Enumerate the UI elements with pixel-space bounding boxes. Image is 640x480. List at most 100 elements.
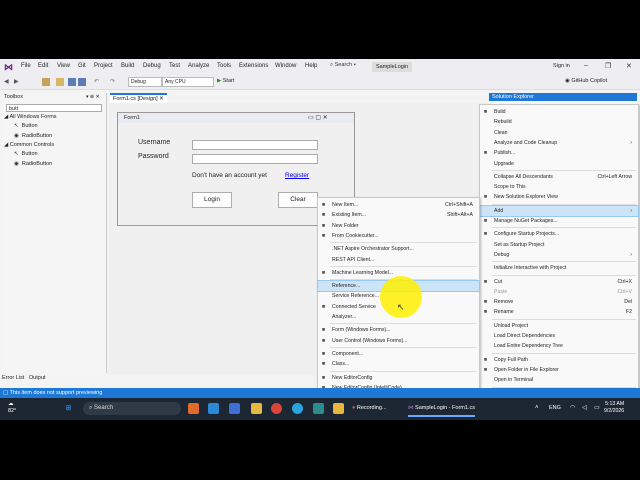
- config-select[interactable]: Debug: [128, 77, 162, 87]
- save-icon[interactable]: [68, 78, 76, 86]
- new-project-icon[interactable]: [42, 78, 50, 86]
- add-menu-item-new-editorconfig[interactable]: ■ New EditorConfig: [318, 373, 479, 383]
- menu-project[interactable]: Project: [94, 63, 113, 69]
- toolbox-group-all-windows-forms[interactable]: ◢ All Windows Forms: [4, 114, 57, 120]
- battery-icon[interactable]: ▭: [594, 404, 600, 411]
- maximize-icon[interactable]: ❐: [605, 62, 611, 70]
- toolbox-item-radiobutton[interactable]: ◉ RadioButton: [14, 133, 52, 139]
- add-menu-item-class[interactable]: ■ Class...: [318, 359, 479, 369]
- add-menu-item-net-aspire-orchestrator-support[interactable]: .NET Aspire Orchestrator Support...: [318, 244, 479, 254]
- menu-item-open-in-terminal[interactable]: Open in Terminal: [480, 375, 638, 385]
- menu-item-build[interactable]: ■ Build: [480, 107, 638, 117]
- menu-analyze[interactable]: Analyze: [188, 63, 209, 69]
- menu-edit[interactable]: Edit: [38, 63, 48, 69]
- vscode-icon[interactable]: [229, 403, 240, 414]
- add-menu-item-new-item[interactable]: ■ New Item... Ctrl+Shift+A: [318, 200, 479, 210]
- menu-item-manage-nuget-packages[interactable]: ■ Manage NuGet Packages...: [480, 216, 638, 226]
- close-icon[interactable]: ✕: [159, 96, 164, 102]
- copilot-taskbar-icon[interactable]: [333, 403, 344, 414]
- file-explorer-icon[interactable]: [251, 403, 262, 414]
- taskbar-app-visual-studio[interactable]: ⋈ SampleLogin - Form1.cs: [408, 402, 475, 417]
- edge-icon[interactable]: [208, 403, 219, 414]
- undo-icon[interactable]: ↶: [94, 78, 102, 86]
- menu-debug[interactable]: Debug: [143, 63, 161, 69]
- menu-extensions[interactable]: Extensions: [239, 63, 268, 69]
- redo-icon[interactable]: ↷: [110, 78, 118, 86]
- menu-item-initialize-interactive-with-project[interactable]: Initialize Interactive with Project: [480, 263, 638, 273]
- save-all-icon[interactable]: [78, 78, 86, 86]
- volume-icon[interactable]: ◁: [582, 404, 587, 411]
- login-button[interactable]: Login: [192, 192, 232, 208]
- menu-build[interactable]: Build: [121, 63, 134, 69]
- menu-view[interactable]: View: [57, 63, 70, 69]
- menu-item-copy-full-path[interactable]: ■ Copy Full Path: [480, 355, 638, 365]
- toolbox-group-common-controls[interactable]: ◢ Common Controls: [4, 142, 54, 148]
- tab-error-list[interactable]: Error List: [2, 375, 24, 381]
- menu-item-unload-project[interactable]: Unload Project: [480, 321, 638, 331]
- menu-item-upgrade[interactable]: Upgrade: [480, 159, 638, 169]
- chrome-icon[interactable]: [271, 403, 282, 414]
- platform-select[interactable]: Any CPU: [162, 77, 214, 87]
- menu-item-new-solution-explorer-view[interactable]: ■ New Solution Explorer View: [480, 192, 638, 202]
- wifi-icon[interactable]: ◠: [570, 404, 575, 411]
- menu-item-scope-to-this[interactable]: Scope to This: [480, 182, 638, 192]
- toolbox-search-input[interactable]: butt: [6, 104, 102, 112]
- menu-item-configure-startup-projects[interactable]: ■ Configure Startup Projects...: [480, 229, 638, 239]
- tray-chevron-icon[interactable]: ˄: [535, 405, 539, 411]
- weather-widget[interactable]: ☁ 82°: [8, 401, 16, 415]
- clear-button[interactable]: Clear: [278, 192, 318, 208]
- menu-window[interactable]: Window: [275, 63, 296, 69]
- taskbar-search[interactable]: ⌕ Search: [83, 402, 181, 415]
- add-menu-item-rest-api-client[interactable]: REST API Client...: [318, 255, 479, 265]
- open-folder-icon[interactable]: [56, 78, 64, 86]
- taskbar-app-recording[interactable]: ● Recording...: [352, 402, 387, 415]
- visual-studio-logo-icon[interactable]: ⋈: [4, 62, 14, 72]
- menu-item-add[interactable]: Add ›: [479, 204, 639, 217]
- menu-item-collapse-all-descendants[interactable]: Collapse All Descendants Ctrl+Left Arrow: [480, 172, 638, 182]
- start-button[interactable]: ▶ Start: [217, 78, 234, 84]
- menu-item-open-folder-in-file-explorer[interactable]: ■ Open Folder in File Explorer: [480, 365, 638, 375]
- language-indicator[interactable]: ENG: [549, 405, 561, 411]
- add-menu-item-form-windows-forms[interactable]: ■ Form (Windows Forms)...: [318, 325, 479, 335]
- menu-item-set-as-startup-project[interactable]: Set as Startup Project: [480, 240, 638, 250]
- menu-item-debug[interactable]: Debug ›: [480, 250, 638, 260]
- menu-item-load-entire-dependency-tree[interactable]: Load Entire Dependency Tree: [480, 341, 638, 351]
- add-menu-item-user-control-windows-forms[interactable]: ■ User Control (Windows Forms)...: [318, 336, 479, 346]
- menu-help[interactable]: Help: [305, 63, 317, 69]
- menu-item-clean[interactable]: Clean: [480, 128, 638, 138]
- github-copilot-button[interactable]: ◉ GitHub Copilot: [565, 78, 607, 84]
- add-menu-item-component[interactable]: ■ Component...: [318, 349, 479, 359]
- app-icon[interactable]: [313, 403, 324, 414]
- menu-item-load-direct-dependencies[interactable]: Load Direct Dependencies: [480, 331, 638, 341]
- clock[interactable]: 5:13 AM 9/2/2026: [604, 401, 624, 415]
- add-menu-item-from-cookiecutter[interactable]: ■ From Cookiecutter...: [318, 231, 479, 241]
- forward-icon[interactable]: ▶: [14, 78, 22, 86]
- menu-item-rename[interactable]: ■ Rename F2: [480, 307, 638, 317]
- menu-item-cut[interactable]: ■ Cut Ctrl+X: [480, 277, 638, 287]
- password-textbox[interactable]: [192, 154, 318, 164]
- menu-item-publish[interactable]: ■ Publish...: [480, 148, 638, 158]
- search-box[interactable]: ⌕ Search ▾: [330, 62, 370, 72]
- menu-file[interactable]: File: [21, 63, 31, 69]
- menu-test[interactable]: Test: [169, 63, 180, 69]
- add-menu-item-existing-item[interactable]: ■ Existing Item... Shift+Alt+A: [318, 210, 479, 220]
- pin-icon[interactable]: ▾ ⊕ ✕: [86, 94, 100, 100]
- toolbox-item-button[interactable]: ↖ Button: [14, 151, 38, 157]
- sign-in-link[interactable]: Sign in: [553, 63, 570, 69]
- register-link[interactable]: Register: [285, 172, 309, 179]
- start-icon[interactable]: ⊞: [63, 403, 74, 414]
- menu-item-rebuild[interactable]: Rebuild: [480, 117, 638, 127]
- minimize-icon[interactable]: –: [584, 62, 588, 69]
- username-textbox[interactable]: [192, 140, 318, 150]
- tab-output[interactable]: Output: [29, 375, 46, 381]
- menu-item-analyze-and-code-cleanup[interactable]: Analyze and Code Cleanup ›: [480, 138, 638, 148]
- menu-item-remove[interactable]: ■ Remove Del: [480, 297, 638, 307]
- firefox-icon[interactable]: [188, 403, 199, 414]
- toolbox-item-radiobutton[interactable]: ◉ RadioButton: [14, 161, 52, 167]
- toolbox-item-button[interactable]: ↖ Button: [14, 123, 38, 129]
- add-menu-item-new-folder[interactable]: ■ New Folder: [318, 221, 479, 231]
- menu-git[interactable]: Git: [78, 63, 86, 69]
- close-icon[interactable]: ✕: [626, 62, 632, 70]
- telegram-icon[interactable]: [292, 403, 303, 414]
- menu-tools[interactable]: Tools: [217, 63, 231, 69]
